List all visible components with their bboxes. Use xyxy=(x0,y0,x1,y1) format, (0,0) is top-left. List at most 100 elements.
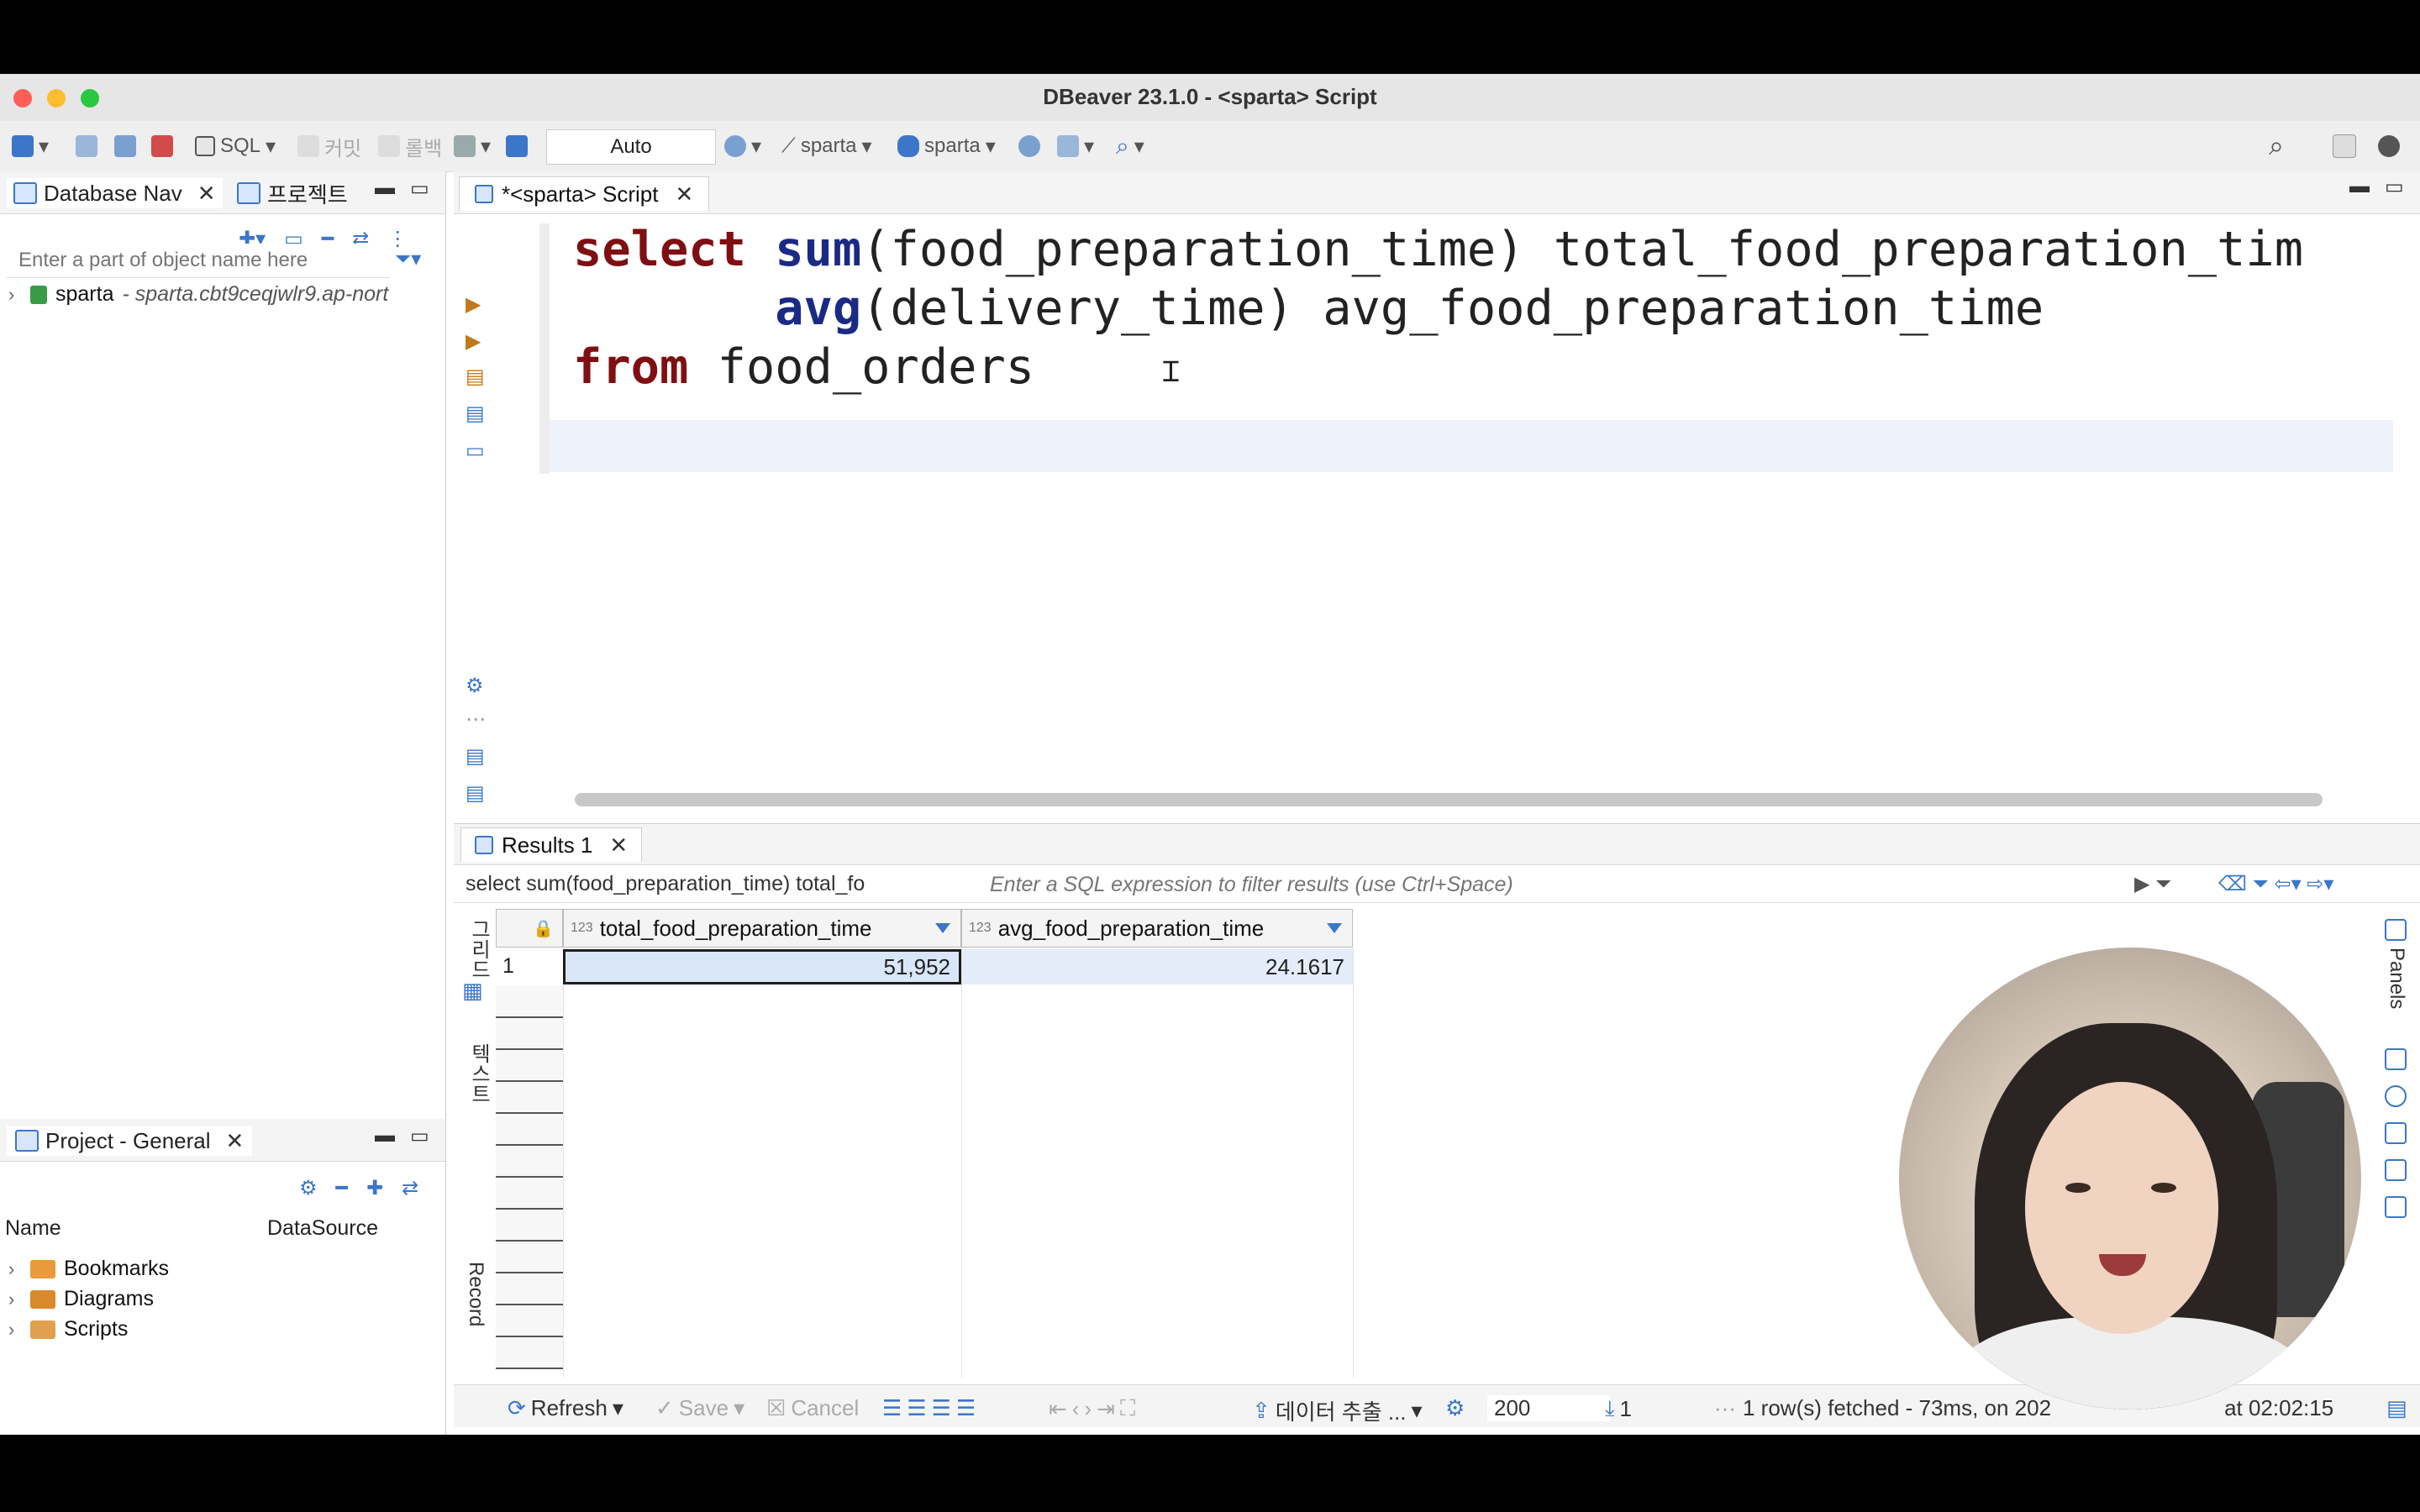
add-icon[interactable]: ✚ xyxy=(366,1176,383,1200)
tab-project-general[interactable]: Project - General ✕ xyxy=(7,1126,253,1156)
object-filter-input[interactable] xyxy=(7,244,390,278)
maximize-icon[interactable]: ▭ xyxy=(2385,175,2404,199)
grid-view-toggle[interactable]: 그리드 xyxy=(464,919,493,979)
datasource-selector[interactable]: ⟋ sparta ▾ xyxy=(781,133,872,160)
link-icon[interactable]: ⇄ xyxy=(402,1176,418,1200)
chevron-right-icon[interactable]: › xyxy=(8,284,22,306)
new-connection-button[interactable]: ▾ xyxy=(12,133,49,160)
sort-icon[interactable] xyxy=(1327,923,1342,933)
chevron-right-icon[interactable]: › xyxy=(8,1258,22,1280)
sql-editor-button[interactable]: SQL ▾ xyxy=(195,133,276,160)
metadata-icon[interactable] xyxy=(2385,1085,2407,1107)
connect-button[interactable] xyxy=(76,133,97,160)
lock-button[interactable] xyxy=(506,133,528,160)
fetch-settings-button[interactable]: ⚙ xyxy=(1445,1395,1465,1421)
row-count-button[interactable]: ⤓ 1 xyxy=(1605,1395,1632,1422)
chevron-right-icon[interactable]: › xyxy=(8,1319,22,1341)
fetch-size-input[interactable]: 200 xyxy=(1487,1395,1610,1421)
minimize-icon[interactable]: ▬ xyxy=(375,176,395,200)
tab-results-1[interactable]: Results 1 ✕ xyxy=(460,827,643,862)
dashboard-button[interactable] xyxy=(1018,133,1040,160)
commit-button[interactable]: 커밋 xyxy=(297,133,361,160)
column-header-name[interactable]: Name xyxy=(5,1216,61,1241)
grouping-icon[interactable] xyxy=(2385,1159,2407,1181)
close-icon[interactable]: ✕ xyxy=(197,181,216,207)
commit-mode-select[interactable]: Auto xyxy=(546,129,716,165)
row-number[interactable]: 1 xyxy=(496,954,563,979)
transaction-mode-button[interactable]: ▾ xyxy=(454,133,491,160)
record-view-toggle[interactable]: Record xyxy=(464,1262,487,1326)
text-view-toggle[interactable]: 텍스트 xyxy=(464,1043,493,1104)
close-icon[interactable]: ✕ xyxy=(226,1128,245,1154)
edit-row-icon[interactable]: ☰ xyxy=(882,1395,902,1421)
cancel-button[interactable]: ☒ Cancel xyxy=(766,1395,859,1421)
code-line-3[interactable]: from food_orders xyxy=(573,339,1034,395)
filter-icon[interactable]: ⌫ ⏷ ⇦▾ ⇨▾ xyxy=(2218,872,2333,896)
export-script-icon[interactable]: ▤ xyxy=(466,744,487,768)
previous-icon[interactable]: ‹ xyxy=(1072,1396,1080,1422)
first-page-icon[interactable]: ⇤ xyxy=(1049,1396,1067,1422)
code-line-1[interactable]: select sum(food_preparation_time) total_… xyxy=(573,222,2303,277)
code-line-2[interactable]: avg(delivery_time) avg_food_preparation_… xyxy=(573,281,2044,336)
delete-row-icon[interactable]: ☰ xyxy=(956,1395,976,1421)
table-cell[interactable]: 51,952 xyxy=(563,949,961,984)
console-icon[interactable]: ▭ xyxy=(466,438,487,462)
query-text-chip[interactable]: select sum(food_preparation_time) total_… xyxy=(466,872,970,896)
apply-filter-icon[interactable]: ▶ ⏷ xyxy=(2134,872,2171,896)
execute-statement-icon[interactable]: ▶ xyxy=(466,292,487,316)
chevron-right-icon[interactable]: › xyxy=(8,1289,22,1310)
gear-icon[interactable]: ⚙ xyxy=(299,1176,318,1200)
grid-icon[interactable]: ▦ xyxy=(462,978,483,1004)
gear-icon[interactable]: ⚙ xyxy=(466,674,487,697)
column-header-avg-food-preparation-time[interactable]: 123 avg_food_preparation_time xyxy=(961,909,1353,948)
search-button[interactable]: ⌕ ▾ xyxy=(1116,133,1144,160)
reconnect-button[interactable] xyxy=(114,133,136,160)
last-page-icon[interactable]: ⇥ xyxy=(1097,1396,1115,1422)
project-item-bookmarks[interactable]: › Bookmarks xyxy=(8,1257,169,1281)
export-data-button[interactable]: ⇪ 데이터 추출 ... ▾ xyxy=(1252,1395,1423,1426)
collapse-icon[interactable]: ━ xyxy=(336,1176,348,1200)
filter-icon[interactable]: ⏷▾ xyxy=(395,247,421,271)
references-icon[interactable] xyxy=(2385,1196,2407,1218)
value-view-icon[interactable] xyxy=(2385,1048,2407,1070)
load-script-icon[interactable]: ▤ xyxy=(466,402,487,425)
history-button[interactable]: ▾ xyxy=(724,133,761,160)
minimize-icon[interactable]: ▬ xyxy=(2349,175,2370,198)
table-cell[interactable]: 24.1617 xyxy=(961,949,1353,984)
column-header-total-food-preparation-time[interactable]: 123 total_food_preparation_time xyxy=(563,909,961,948)
tab-database-navigator[interactable]: Database Nav ✕ xyxy=(7,178,223,208)
panels-icon[interactable] xyxy=(2385,919,2407,941)
tab-sparta-script[interactable]: *<sparta> Script ✕ xyxy=(459,176,710,211)
maximize-icon[interactable]: ▭ xyxy=(410,1124,429,1148)
connection-tree-item[interactable]: › sparta - sparta.cbt9ceqjwlr9.ap-nort xyxy=(8,282,388,307)
refresh-button[interactable]: ⟳ Refresh ▾ xyxy=(508,1395,623,1421)
disconnect-button[interactable] xyxy=(151,133,173,160)
project-item-scripts[interactable]: › Scripts xyxy=(8,1317,128,1341)
calc-icon[interactable] xyxy=(2385,1122,2407,1144)
maximize-icon[interactable]: ▭ xyxy=(410,176,429,201)
perspective-button[interactable] xyxy=(2333,133,2356,160)
more-icon[interactable]: ⋯ xyxy=(466,707,487,731)
next-icon[interactable]: › xyxy=(1084,1396,1092,1422)
save-button[interactable]: ✓ Save ▾ xyxy=(655,1395,744,1421)
project-item-diagrams[interactable]: › Diagrams xyxy=(8,1287,154,1311)
lock-script-icon[interactable]: ▤ xyxy=(466,781,487,805)
copy-row-icon[interactable]: ☰ xyxy=(932,1395,951,1421)
execute-script-icon[interactable]: ▶ xyxy=(466,329,487,353)
editor-horizontal-scrollbar[interactable] xyxy=(575,793,2323,806)
rollback-button[interactable]: 롤백 xyxy=(378,133,442,160)
sort-icon[interactable] xyxy=(935,923,950,933)
fit-icon[interactable]: ⛶ xyxy=(1120,1395,1135,1422)
schema-selector[interactable]: sparta ▾ xyxy=(897,133,996,160)
profile-button[interactable] xyxy=(2378,133,2400,160)
close-icon[interactable]: ✕ xyxy=(609,832,628,858)
close-icon[interactable]: ✕ xyxy=(675,181,693,207)
panels-label[interactable]: Panels xyxy=(2385,948,2408,1009)
global-search-button[interactable]: ⌕ xyxy=(2269,130,2284,160)
minimize-icon[interactable]: ▬ xyxy=(375,1124,395,1147)
add-row-icon[interactable]: ☰ xyxy=(907,1395,926,1421)
more-icon[interactable]: ··· xyxy=(1714,1395,1736,1421)
explain-plan-icon[interactable]: ▤ xyxy=(466,365,487,388)
network-button[interactable]: ▾ xyxy=(1057,133,1094,160)
panel-toggle-icon[interactable]: ▤ xyxy=(2386,1395,2407,1421)
